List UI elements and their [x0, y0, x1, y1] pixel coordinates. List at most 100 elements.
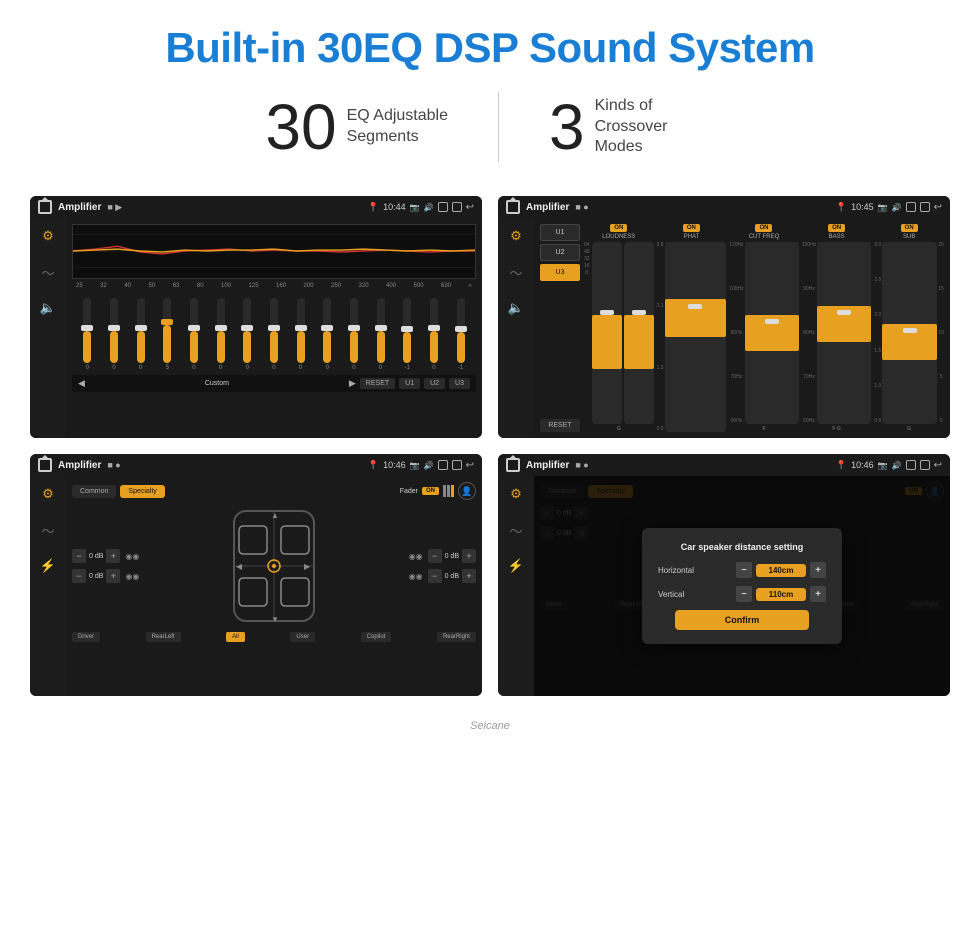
confirm-button[interactable]: Confirm	[675, 610, 809, 630]
eq-slider-0: 0	[83, 298, 91, 371]
dlg-sidebar-icon3[interactable]: ⚡	[506, 556, 526, 576]
common-tab[interactable]: Common	[72, 485, 116, 498]
expand-arrows[interactable]: »	[469, 283, 472, 289]
bass-scale: 100Hz 90Hz 80Hz 70Hz 60Hz	[802, 242, 816, 424]
home-icon-sp[interactable]	[38, 458, 52, 472]
eq-slider-12: -1	[403, 298, 411, 371]
eq-next-btn[interactable]: ▶	[349, 378, 356, 389]
db-control-rl: − 0 dB + ◉◉	[72, 569, 139, 583]
freq-630: 630	[441, 283, 451, 289]
loudness-on-badge[interactable]: ON	[610, 224, 627, 232]
status-bar-right-dlg: 📍 10:46 📷 🔊 ↩	[836, 460, 942, 471]
loudness-slider-v[interactable]	[592, 242, 622, 424]
eq-sidebar-icon3[interactable]: 🔈	[38, 298, 58, 318]
camera-icon: 📷	[410, 203, 420, 212]
stat-crossover: 3 Kinds ofCrossover Modes	[499, 95, 765, 159]
eq-slider-1: 0	[110, 298, 118, 371]
cutfreq-on-badge[interactable]: ON	[755, 224, 772, 232]
page-title: Built-in 30EQ DSP Sound System	[20, 24, 960, 72]
back-icon-sp[interactable]: ↩	[466, 460, 474, 471]
dsp-sidebar-icon1[interactable]: ⚙	[506, 226, 526, 246]
bass-slider[interactable]	[817, 242, 871, 424]
home-icon-dsp[interactable]	[506, 200, 520, 214]
horizontal-plus-btn[interactable]: +	[810, 562, 826, 578]
dsp-u2-btn[interactable]: U2	[540, 244, 580, 261]
back-icon-dsp[interactable]: ↩	[934, 202, 942, 213]
sp-sidebar-icon2[interactable]: 〜	[38, 520, 58, 540]
dsp-u3-btn[interactable]: U3	[540, 264, 580, 281]
freq-320: 320	[359, 283, 369, 289]
zone-rearleft-btn[interactable]: RearLeft	[146, 632, 181, 642]
zone-user-btn[interactable]: User	[290, 632, 315, 642]
status-bar-sp: Amplifier ■ ● 📍 10:46 📷 🔊 ↩	[30, 454, 482, 476]
eq-u3-btn[interactable]: U3	[449, 378, 470, 389]
horizontal-minus-btn[interactable]: −	[736, 562, 752, 578]
db-plus-fl[interactable]: +	[106, 549, 120, 563]
sub-scale: 3.0 2.5 2.0 1.5 1.0 0.5	[874, 242, 881, 424]
back-icon-dlg[interactable]: ↩	[934, 460, 942, 471]
dsp-sidebar-icon2[interactable]: 〜	[506, 262, 526, 282]
dsp-presets: U1 U2 U3 RESET	[540, 224, 580, 432]
dialog-overlay: Car speaker distance setting Horizontal …	[534, 476, 950, 696]
status-bar-right-dsp: 📍 10:45 📷 🔊 ↩	[836, 202, 942, 213]
home-icon[interactable]	[38, 200, 52, 214]
eq-u1-btn[interactable]: U1	[399, 378, 420, 389]
cutfreq-slider[interactable]	[745, 242, 799, 424]
sp-icon-fr: ◉◉	[409, 552, 423, 561]
specialty-tab[interactable]: Specialty	[120, 485, 164, 498]
back-icon[interactable]: ↩	[466, 202, 474, 213]
sp-zone-bar: Driver RearLeft All User Copilot RearRig…	[72, 632, 476, 642]
sp-sidebar-icon3[interactable]: ⚡	[38, 556, 58, 576]
loudness-slider-v2[interactable]	[624, 242, 654, 424]
eq-sidebar-icon1[interactable]: ⚙	[38, 226, 58, 246]
fader-bars	[443, 485, 454, 497]
db-minus-rl[interactable]: −	[72, 569, 86, 583]
eq-reset-btn[interactable]: RESET	[360, 378, 395, 389]
zone-driver-btn[interactable]: Driver	[72, 632, 100, 642]
stats-row: 30 EQ AdjustableSegments 3 Kinds ofCross…	[0, 82, 980, 186]
eq-slider-13: 0	[430, 298, 438, 371]
fader-on-toggle[interactable]: ON	[422, 487, 439, 495]
dlg-sidebar-icon2[interactable]: 〜	[506, 520, 526, 540]
bass-on-badge[interactable]: ON	[828, 224, 845, 232]
db-plus-rr[interactable]: +	[462, 569, 476, 583]
dlg-sidebar-icon1[interactable]: ⚙	[506, 484, 526, 504]
dsp-u1-btn[interactable]: U1	[540, 224, 580, 241]
vertical-minus-btn[interactable]: −	[736, 586, 752, 602]
zone-all-btn[interactable]: All	[226, 632, 245, 642]
db-minus-rr[interactable]: −	[428, 569, 442, 583]
sp-sidebar-icon1[interactable]: ⚙	[38, 484, 58, 504]
db-plus-fr[interactable]: +	[462, 549, 476, 563]
db-minus-fr[interactable]: −	[428, 549, 442, 563]
status-bar-left-sp: Amplifier ■ ●	[38, 458, 121, 472]
dsp-reset-btn[interactable]: RESET	[540, 419, 580, 432]
freq-63: 63	[173, 283, 180, 289]
eq-u2-btn[interactable]: U2	[424, 378, 445, 389]
zone-copilot-btn[interactable]: Copilot	[361, 632, 392, 642]
dsp-sidebar-icon3[interactable]: 🔈	[506, 298, 526, 318]
sub-on-badge[interactable]: ON	[901, 224, 918, 232]
zone-rearright-btn[interactable]: RearRight	[437, 632, 476, 642]
eq-sidebar-icon2[interactable]: 〜	[38, 262, 58, 282]
stat-crossover-number: 3	[549, 95, 585, 159]
car-diagram-svg: ▲ ▼ ◀ ▶	[224, 506, 324, 626]
phat-slider[interactable]	[665, 242, 727, 432]
vertical-input: − 110cm +	[736, 586, 826, 602]
window-icon-dsp	[906, 202, 916, 212]
db-value-rl: 0 dB	[89, 573, 103, 580]
phat-on-badge[interactable]: ON	[683, 224, 700, 232]
window-icon-sp	[438, 460, 448, 470]
dsp-channel-loudness: ON LOUDNESS 64 48 32 16 0	[584, 224, 654, 432]
stat-eq-label: EQ AdjustableSegments	[347, 106, 448, 148]
db-plus-rl[interactable]: +	[106, 569, 120, 583]
loudness-value: G	[617, 426, 621, 432]
sp-icon-rr: ◉◉	[409, 572, 423, 581]
home-icon-dlg[interactable]	[506, 458, 520, 472]
vertical-plus-btn[interactable]: +	[810, 586, 826, 602]
db-minus-fl[interactable]: −	[72, 549, 86, 563]
sub-slider[interactable]	[882, 242, 937, 424]
horizontal-value: 140cm	[756, 564, 806, 577]
svg-text:◀: ◀	[236, 562, 243, 571]
eq-prev-btn[interactable]: ◀	[78, 378, 85, 389]
freq-32: 32	[100, 283, 107, 289]
